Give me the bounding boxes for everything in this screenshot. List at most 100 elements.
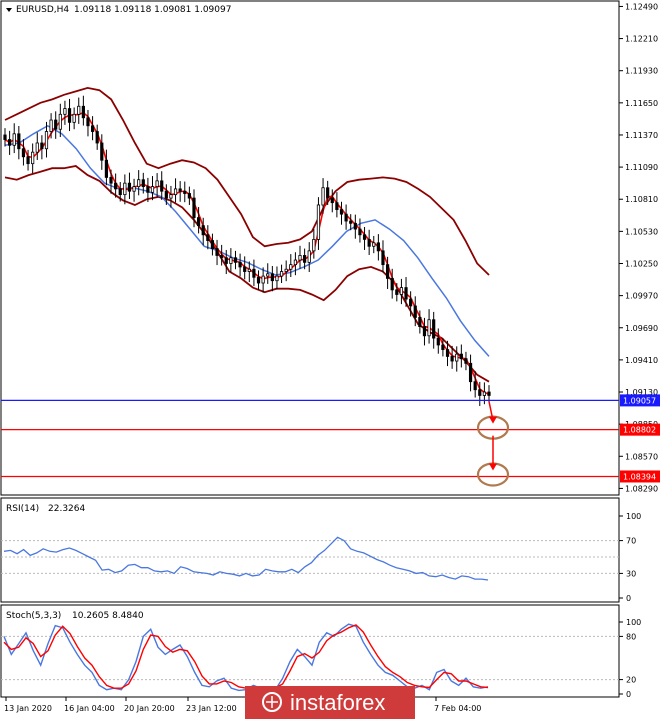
price-panel-frame: [0, 0, 620, 496]
price-tick-label: 1.10250: [625, 259, 658, 268]
candle-body: [459, 353, 463, 360]
price-tick-label: 1.08570: [625, 452, 658, 461]
candle-body: [137, 179, 141, 188]
candle-body: [266, 273, 270, 277]
candle-body: [335, 202, 339, 210]
candle-body: [478, 389, 482, 396]
candle-body: [49, 119, 53, 132]
candle-body: [413, 305, 417, 318]
candle-body: [362, 234, 367, 240]
candle-body: [441, 344, 445, 350]
candle-body: [238, 261, 242, 268]
time-tick-label: 20 Jan 20:00: [124, 704, 175, 713]
candle-body: [63, 108, 67, 115]
candle-body: [67, 108, 72, 123]
watermark: instaforex: [245, 686, 415, 719]
candle-body: [247, 268, 251, 272]
price-tick-label: 1.10530: [625, 227, 658, 236]
price-tags: 1.09057 1.08802 1.08394: [620, 394, 660, 483]
candle-body: [339, 209, 344, 215]
price-panel: 1.12490 1.12210 1.11930 1.11650 1.11370 1.110…: [0, 0, 660, 496]
candle-body: [127, 182, 132, 192]
candle-body: [54, 119, 58, 130]
candle-body: [256, 276, 261, 284]
candle-body: [385, 264, 390, 279]
candle-body: [141, 179, 145, 188]
time-tick-label: 16 Jan 04:00: [64, 704, 115, 713]
candle-body: [279, 271, 284, 277]
candle-body: [35, 142, 39, 153]
indicator-tick-label: 20: [626, 676, 636, 685]
indicator-tick-label: 30: [626, 569, 636, 578]
stoch-panel: 100 80 20 0 Stoch(5,3,3) 10.2605 8.4840: [0, 604, 641, 699]
candle-body: [40, 142, 44, 150]
candle-body: [12, 133, 16, 146]
candle-body: [376, 242, 380, 252]
candle-body: [353, 222, 357, 230]
candle-body: [344, 213, 348, 222]
candle-body: [44, 131, 49, 150]
candle-body: [372, 242, 376, 247]
price-tag-label-2: 1.08802: [623, 426, 656, 435]
indicator-tick-label: 80: [626, 632, 636, 641]
candle-body: [215, 248, 219, 256]
candle-body: [31, 151, 35, 165]
candle-body: [321, 187, 325, 206]
price-tick-label: 1.11650: [625, 99, 658, 108]
candle-body: [58, 113, 62, 130]
rsi-value: 22.3264: [48, 504, 85, 514]
candle-body: [303, 255, 307, 263]
candle-body: [95, 131, 99, 144]
rsi-panel-frame: [0, 497, 620, 603]
price-tick-label: 1.09970: [625, 292, 658, 301]
price-tick-label: 1.09690: [625, 324, 658, 333]
price-tick-label: 1.08290: [625, 484, 658, 493]
time-tick-label: 13 Jan 2020: [4, 704, 52, 713]
candle-body: [404, 287, 408, 300]
candle-body: [132, 186, 136, 192]
candle-body: [81, 105, 85, 119]
candle-body: [349, 220, 353, 224]
candle-body: [3, 134, 7, 140]
price-tick-label: 1.12490: [625, 2, 658, 11]
candle-body: [201, 225, 205, 236]
candle-body: [164, 190, 168, 199]
candle-body: [312, 238, 316, 252]
candle-body: [173, 188, 178, 196]
candle-body: [187, 193, 191, 199]
price-tag-label-1: 1.09057: [623, 396, 656, 405]
indicator-tick-label: 100: [626, 618, 641, 627]
symbol-label: EURUSD,H4: [16, 5, 69, 15]
candle-body: [224, 257, 228, 264]
candle-body: [146, 186, 150, 193]
candle-body: [436, 337, 440, 346]
candle-body: [307, 250, 311, 263]
candle-body: [326, 187, 330, 199]
candle-body: [229, 257, 233, 264]
candle-body: [445, 349, 450, 357]
price-tick-label: 1.11090: [625, 163, 658, 172]
candle-body: [178, 188, 182, 192]
time-tick-label: 23 Jan 12:00: [186, 704, 237, 713]
candle-body: [284, 268, 288, 272]
candle-body: [192, 197, 196, 218]
candle-body: [233, 257, 238, 263]
candle-body: [464, 358, 468, 364]
candle-body: [455, 353, 459, 362]
candle-body: [90, 125, 95, 132]
time-tick-label: 7 Feb 04:00: [434, 704, 481, 713]
candle-body: [468, 362, 473, 383]
candle-body: [330, 197, 334, 204]
candle-body: [169, 194, 173, 199]
candle-body: [298, 255, 302, 261]
candle-body: [77, 105, 81, 115]
candle-body: [450, 356, 454, 362]
candle-body: [289, 264, 293, 270]
rsi-panel: 100 70 30 0 RSI(14) 22.3264: [0, 497, 641, 603]
candle-body: [399, 287, 404, 295]
candle-body: [109, 177, 113, 184]
candle-body: [293, 259, 298, 266]
price-tick-label: 1.09410: [625, 356, 658, 365]
candle-body: [196, 217, 201, 227]
candle-body: [26, 156, 30, 165]
